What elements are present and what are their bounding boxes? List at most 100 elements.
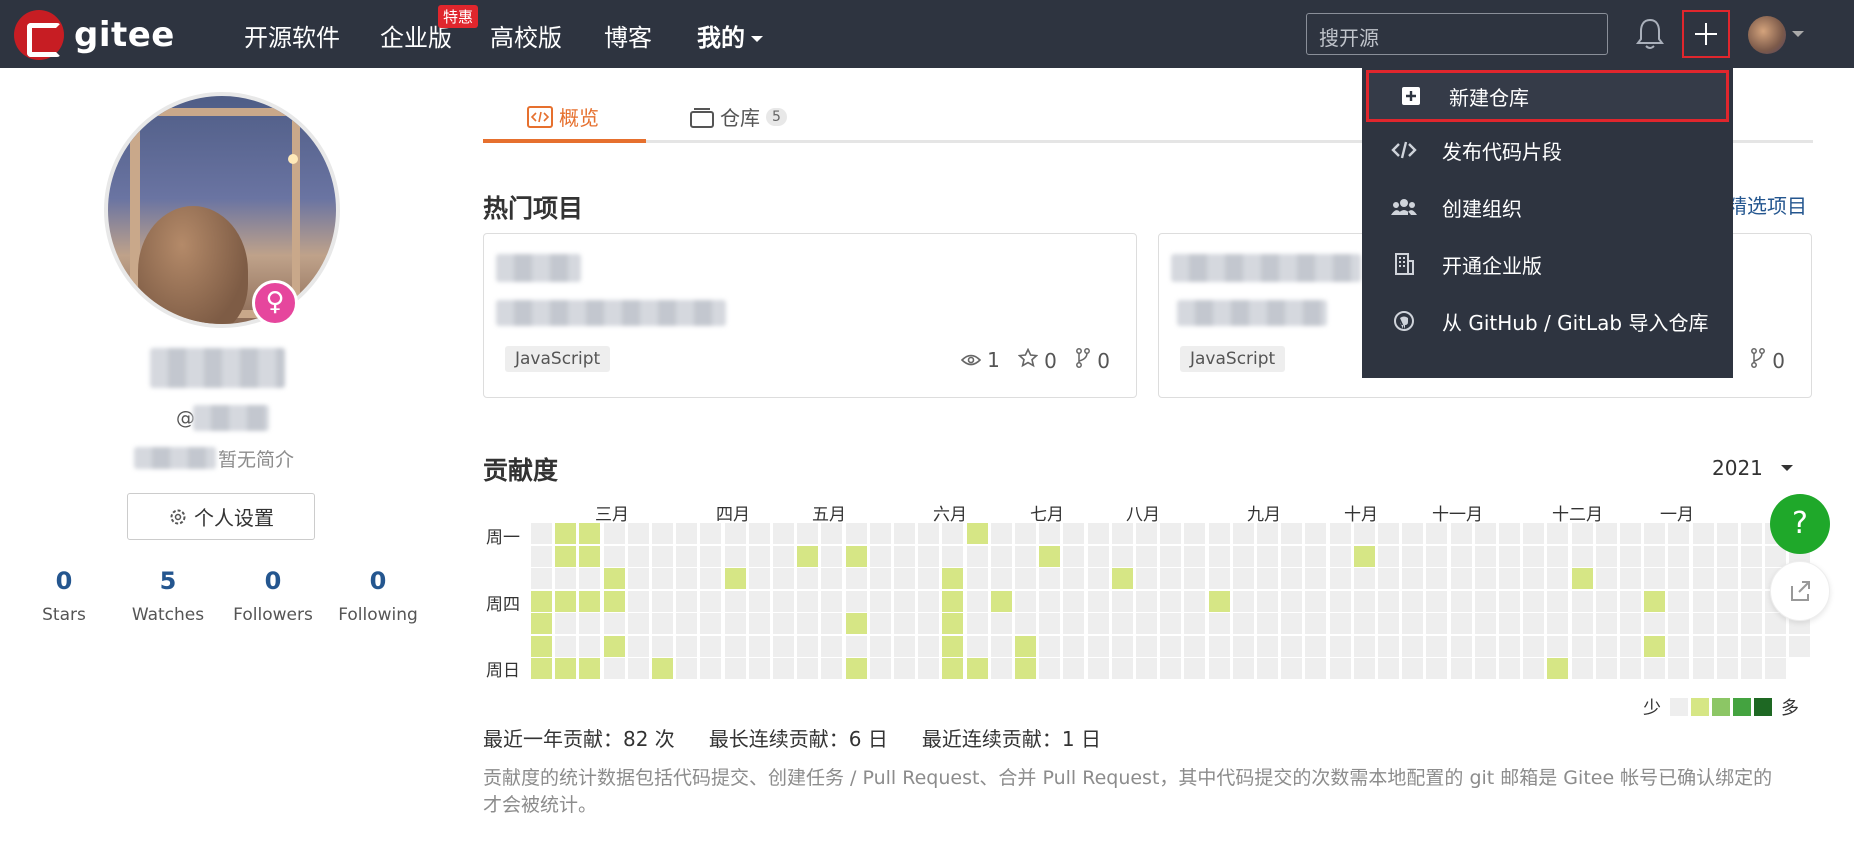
heatmap-cell[interactable] xyxy=(1668,635,1690,657)
heatmap-cell[interactable] xyxy=(1063,545,1085,567)
heatmap-cell[interactable] xyxy=(1305,523,1327,544)
heatmap-cell[interactable] xyxy=(1015,658,1036,679)
heatmap-cell[interactable] xyxy=(1184,568,1206,589)
heatmap-cell[interactable] xyxy=(555,545,577,567)
heatmap-cell[interactable] xyxy=(1595,545,1617,567)
heatmap-cell[interactable] xyxy=(894,590,915,612)
heatmap-cell[interactable] xyxy=(1111,635,1133,657)
user-avatar[interactable] xyxy=(1748,16,1786,54)
heatmap-cell[interactable] xyxy=(966,658,988,679)
heatmap-cell[interactable] xyxy=(1232,523,1254,544)
heatmap-cell[interactable] xyxy=(773,523,794,544)
heatmap-cell[interactable] xyxy=(1136,523,1157,544)
heatmap-cell[interactable] xyxy=(1136,590,1157,612)
heatmap-cell[interactable] xyxy=(1402,590,1424,612)
heatmap-cell[interactable] xyxy=(579,545,601,567)
heatmap-cell[interactable] xyxy=(990,545,1012,567)
heatmap-cell[interactable] xyxy=(724,590,746,612)
menu-item-import-repository[interactable]: 从 GitHub / GitLab 导入仓库 xyxy=(1362,295,1733,347)
heatmap-cell[interactable] xyxy=(1184,613,1206,634)
heatmap-cell[interactable] xyxy=(1571,523,1593,544)
heatmap-cell[interactable] xyxy=(1571,658,1593,679)
heatmap-cell[interactable] xyxy=(603,545,625,567)
heatmap-cell[interactable] xyxy=(1474,613,1496,634)
heatmap-cell[interactable] xyxy=(1716,635,1738,657)
heatmap-cell[interactable] xyxy=(676,568,698,589)
heatmap-cell[interactable] xyxy=(990,658,1012,679)
heatmap-cell[interactable] xyxy=(821,590,843,612)
heatmap-cell[interactable] xyxy=(748,590,770,612)
heatmap-cell[interactable] xyxy=(1595,658,1617,679)
heatmap-cell[interactable] xyxy=(1184,523,1206,544)
heatmap-cell[interactable] xyxy=(1136,635,1157,657)
heatmap-cell[interactable] xyxy=(1523,523,1545,544)
heatmap-cell[interactable] xyxy=(1015,590,1036,612)
heatmap-cell[interactable] xyxy=(966,568,988,589)
heatmap-cell[interactable] xyxy=(1595,523,1617,544)
heatmap-cell[interactable] xyxy=(700,568,722,589)
heatmap-cell[interactable] xyxy=(627,545,649,567)
heatmap-cell[interactable] xyxy=(845,613,867,634)
heatmap-cell[interactable] xyxy=(1668,568,1690,589)
bell-icon[interactable] xyxy=(1634,16,1666,52)
heatmap-cell[interactable] xyxy=(1305,590,1327,612)
heatmap-cell[interactable] xyxy=(1039,613,1061,634)
heatmap-cell[interactable] xyxy=(555,523,577,544)
heatmap-cell[interactable] xyxy=(1329,523,1351,544)
heatmap-cell[interactable] xyxy=(1668,523,1690,544)
heatmap-cell[interactable] xyxy=(773,613,794,634)
heatmap-cell[interactable] xyxy=(1499,658,1520,679)
heatmap-cell[interactable] xyxy=(1039,545,1061,567)
heatmap-cell[interactable] xyxy=(1111,613,1133,634)
heatmap-cell[interactable] xyxy=(1741,613,1762,634)
heatmap-cell[interactable] xyxy=(1063,635,1085,657)
heatmap-cell[interactable] xyxy=(652,568,673,589)
heatmap-cell[interactable] xyxy=(1716,523,1738,544)
heatmap-cell[interactable] xyxy=(1015,523,1036,544)
heatmap-cell[interactable] xyxy=(1692,635,1714,657)
heatmap-cell[interactable] xyxy=(1378,613,1399,634)
heatmap-cell[interactable] xyxy=(724,545,746,567)
heatmap-cell[interactable] xyxy=(1474,523,1496,544)
heatmap-cell[interactable] xyxy=(1305,613,1327,634)
heatmap-cell[interactable] xyxy=(1426,613,1448,634)
stat-followers[interactable]: 0 Followers xyxy=(213,567,333,625)
heatmap-cell[interactable] xyxy=(579,568,601,589)
heatmap-cell[interactable] xyxy=(700,658,722,679)
heatmap-cell[interactable] xyxy=(1620,658,1641,679)
heatmap-cell[interactable] xyxy=(869,545,891,567)
project-card[interactable]: JavaScript 1 0 0 xyxy=(483,233,1137,398)
heatmap-cell[interactable] xyxy=(1474,635,1496,657)
heatmap-cell[interactable] xyxy=(1184,590,1206,612)
heatmap-cell[interactable] xyxy=(1692,613,1714,634)
heatmap-cell[interactable] xyxy=(724,635,746,657)
heatmap-cell[interactable] xyxy=(603,613,625,634)
heatmap-cell[interactable] xyxy=(1765,635,1787,657)
heatmap-cell[interactable] xyxy=(990,613,1012,634)
heatmap-cell[interactable] xyxy=(1789,635,1811,657)
heatmap-cell[interactable] xyxy=(1426,658,1448,679)
heatmap-cell[interactable] xyxy=(1208,613,1230,634)
heatmap-cell[interactable] xyxy=(845,635,867,657)
heatmap-cell[interactable] xyxy=(1499,635,1520,657)
heatmap-cell[interactable] xyxy=(1257,590,1278,612)
heatmap-cell[interactable] xyxy=(1620,545,1641,567)
heatmap-cell[interactable] xyxy=(1692,568,1714,589)
heatmap-cell[interactable] xyxy=(1595,568,1617,589)
heatmap-cell[interactable] xyxy=(1547,613,1569,634)
heatmap-cell[interactable] xyxy=(1087,635,1109,657)
heatmap-cell[interactable] xyxy=(1426,568,1448,589)
heatmap-cell[interactable] xyxy=(1668,545,1690,567)
heatmap-cell[interactable] xyxy=(1378,523,1399,544)
heatmap-cell[interactable] xyxy=(1547,658,1569,679)
heatmap-cell[interactable] xyxy=(869,523,891,544)
heatmap-cell[interactable] xyxy=(869,568,891,589)
heatmap-cell[interactable] xyxy=(773,658,794,679)
heatmap-cell[interactable] xyxy=(1595,590,1617,612)
heatmap-cell[interactable] xyxy=(845,523,867,544)
heatmap-cell[interactable] xyxy=(1160,545,1182,567)
heatmap-cell[interactable] xyxy=(1232,545,1254,567)
heatmap-cell[interactable] xyxy=(1329,590,1351,612)
heatmap-cell[interactable] xyxy=(1111,523,1133,544)
heatmap-cell[interactable] xyxy=(1208,523,1230,544)
